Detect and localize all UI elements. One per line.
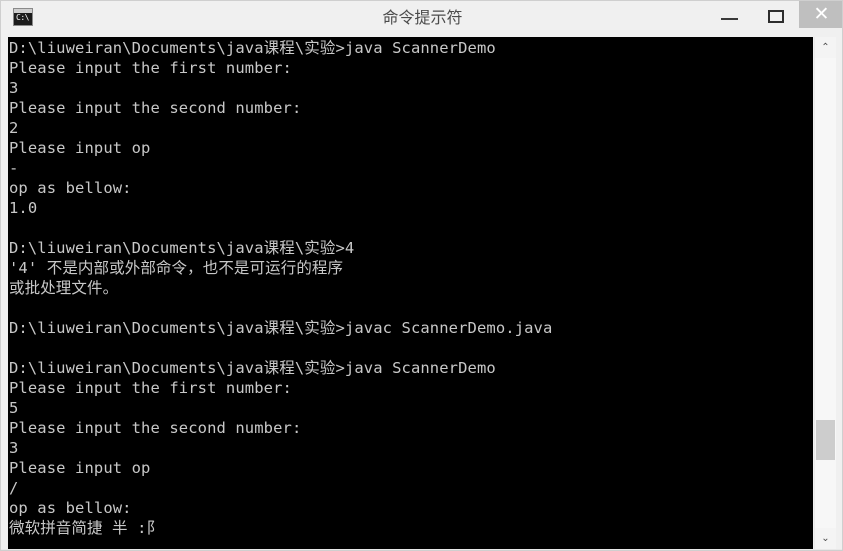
console-line: D:\liuweiran\Documents\java课程\实验>java Sc… [9,39,496,57]
console-line: 5 [9,399,19,417]
console-line: / [9,479,19,497]
maximize-button[interactable] [753,1,799,29]
console-line: 1.0 [9,199,38,217]
vertical-scrollbar[interactable]: ⌃ ⌄ [814,37,836,549]
console-line: Please input the first number: [9,379,292,397]
console-line: 3 [9,79,19,97]
console-line: 3 [9,439,19,457]
command-prompt-window: C:\ 命令提示符 ✕ D:\liuweiran\Documents\java课… [0,0,843,551]
console-line: Please input the second number: [9,99,302,117]
scrollbar-thumb[interactable] [816,420,835,460]
scrollbar-track[interactable] [815,58,836,528]
console-line: Please input the second number: [9,419,302,437]
scroll-up-arrow-icon[interactable]: ⌃ [815,37,836,58]
close-icon: ✕ [813,3,830,25]
scroll-down-arrow-icon[interactable]: ⌄ [815,528,836,549]
console-output-area[interactable]: D:\liuweiran\Documents\java课程\实验>java Sc… [8,37,813,549]
console-line: 微软拼音简捷 半 :阝 [9,519,163,537]
console-line: Please input op [9,459,151,477]
console-line: Please input the first number: [9,59,292,77]
console-line: op as bellow: [9,179,132,197]
console-line: op as bellow: [9,499,132,517]
console-line: D:\liuweiran\Documents\java课程\实验>4 [9,239,355,257]
title-bar[interactable]: C:\ 命令提示符 ✕ [1,1,842,35]
console-line: 2 [9,119,19,137]
console-frame: D:\liuweiran\Documents\java课程\实验>java Sc… [1,34,842,550]
console-line: 或批处理文件。 [9,279,119,297]
console-line: Please input op [9,139,151,157]
close-button[interactable]: ✕ [799,1,842,28]
console-line: - [9,159,19,177]
window-right-edge [837,67,842,550]
console-text-lines: D:\liuweiran\Documents\java课程\实验>java Sc… [9,38,813,538]
minimize-icon [721,18,738,20]
maximize-icon [768,10,784,23]
minimize-button[interactable] [707,1,753,29]
console-line: '4' 不是内部或外部命令，也不是可运行的程序 [9,259,344,277]
console-line: D:\liuweiran\Documents\java课程\实验>javac S… [9,319,553,337]
console-line: D:\liuweiran\Documents\java课程\实验>java Sc… [9,359,496,377]
